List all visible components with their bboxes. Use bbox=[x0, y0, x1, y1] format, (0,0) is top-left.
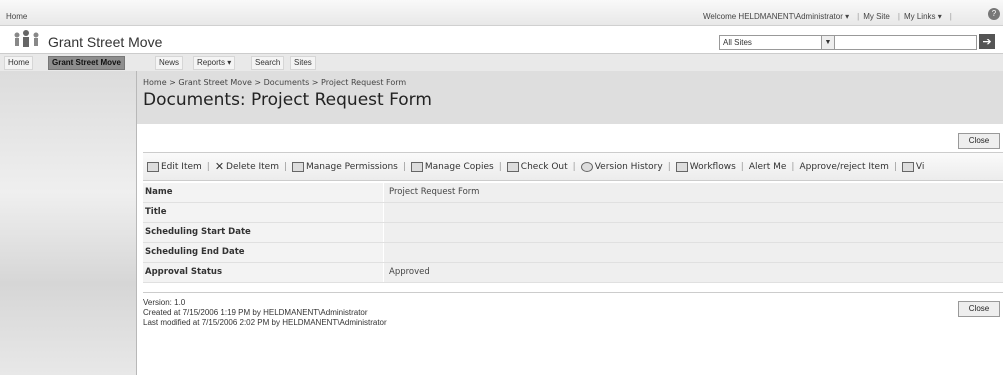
field-value: Project Request Form bbox=[384, 183, 1003, 202]
view-button[interactable]: Vi bbox=[901, 161, 924, 172]
item-toolbar: Edit Item | ✕ Delete Item | Manage Permis… bbox=[143, 152, 1003, 181]
nav-tab-grant-street-move[interactable]: Grant Street Move bbox=[48, 56, 125, 70]
field-value bbox=[384, 203, 1003, 222]
version-info: Version: 1.0 bbox=[143, 298, 186, 307]
field-label: Approval Status bbox=[143, 263, 383, 282]
edit-item-button[interactable]: Edit Item bbox=[147, 161, 202, 172]
alert-me-button[interactable]: Alert Me bbox=[749, 162, 787, 172]
nav-tab-home[interactable]: Home bbox=[4, 56, 34, 70]
breadcrumb[interactable]: Home > Grant Street Move > Documents > P… bbox=[143, 78, 406, 87]
workflows-button[interactable]: Workflows bbox=[675, 161, 736, 172]
help-icon[interactable]: ? bbox=[988, 8, 1000, 20]
view-icon bbox=[901, 161, 914, 172]
field-row-name: Name Project Request Form bbox=[143, 183, 1003, 203]
close-button-top[interactable]: Close bbox=[958, 133, 1000, 149]
search-input[interactable] bbox=[834, 35, 977, 50]
nav-tab-reports[interactable]: Reports ▾ bbox=[193, 56, 236, 70]
field-row-title: Title bbox=[143, 203, 1003, 223]
field-label: Name bbox=[143, 183, 383, 202]
modified-info: Last modified at 7/15/2006 2:02 PM by HE… bbox=[143, 318, 387, 327]
nav-tab-sites[interactable]: Sites bbox=[290, 56, 316, 70]
chevron-down-icon: ▼ bbox=[821, 36, 834, 49]
field-row-approval-status: Approval Status Approved bbox=[143, 263, 1003, 283]
delete-icon: ✕ bbox=[214, 160, 225, 173]
my-site-link[interactable]: My Site bbox=[863, 12, 890, 21]
search-scope-value: All Sites bbox=[723, 38, 752, 47]
approve-reject-item-button[interactable]: Approve/reject Item bbox=[799, 162, 888, 172]
workflows-icon bbox=[675, 161, 688, 172]
checkout-icon bbox=[506, 161, 519, 172]
field-value bbox=[384, 243, 1003, 262]
field-value bbox=[384, 223, 1003, 242]
welcome-menu[interactable]: Welcome HELDMANENT\Administrator ▾ bbox=[703, 12, 849, 21]
nav-tab-news[interactable]: News bbox=[155, 56, 184, 70]
people-logo-icon bbox=[14, 30, 39, 47]
page-title: Documents: Project Request Form bbox=[143, 90, 432, 110]
site-title[interactable]: Grant Street Move bbox=[48, 34, 162, 50]
close-button-bottom[interactable]: Close bbox=[958, 301, 1000, 317]
my-links-menu[interactable]: My Links ▾ bbox=[904, 12, 942, 21]
top-nav-bar bbox=[0, 53, 1003, 72]
field-label: Scheduling Start Date bbox=[143, 223, 383, 242]
version-history-icon bbox=[580, 161, 593, 172]
search-scope-select[interactable]: All Sites ▼ bbox=[719, 35, 835, 50]
nav-tab-search[interactable]: Search bbox=[251, 56, 285, 70]
field-row-scheduling-end-date: Scheduling End Date bbox=[143, 243, 1003, 263]
field-label: Title bbox=[143, 203, 383, 222]
delete-item-button[interactable]: ✕ Delete Item bbox=[215, 160, 279, 173]
search-go-icon[interactable]: ➔ bbox=[979, 34, 995, 49]
edit-icon bbox=[147, 161, 159, 172]
manage-copies-button[interactable]: Manage Copies bbox=[410, 161, 494, 172]
version-history-button[interactable]: Version History bbox=[580, 161, 663, 172]
field-row-scheduling-start-date: Scheduling Start Date bbox=[143, 223, 1003, 243]
left-navigation-panel bbox=[0, 71, 137, 375]
created-info: Created at 7/15/2006 1:19 PM by HELDMANE… bbox=[143, 308, 368, 317]
check-out-button[interactable]: Check Out bbox=[506, 161, 568, 172]
top-home-link[interactable]: Home bbox=[6, 12, 27, 21]
welcome-bar: Welcome HELDMANENT\Administrator ▾ | My Si… bbox=[703, 12, 952, 21]
divider bbox=[143, 292, 1003, 293]
copies-icon bbox=[410, 161, 423, 172]
field-value: Approved bbox=[384, 263, 1003, 282]
permissions-icon bbox=[292, 161, 305, 172]
field-label: Scheduling End Date bbox=[143, 243, 383, 262]
manage-permissions-button[interactable]: Manage Permissions bbox=[292, 161, 398, 172]
